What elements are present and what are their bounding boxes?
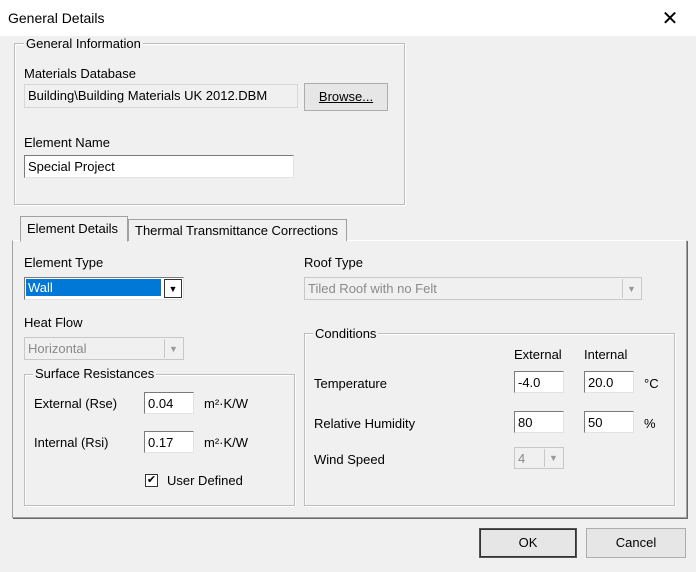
external-rse-unit: m²·K/W	[204, 396, 249, 411]
element-type-selected-value: Wall	[26, 279, 161, 296]
humidity-unit: %	[644, 416, 656, 431]
wind-speed-value: 4	[518, 451, 526, 466]
materials-database-label: Materials Database	[24, 66, 136, 81]
browse-button-label: Browse...	[318, 89, 374, 104]
humidity-external-input[interactable]: 80	[514, 411, 564, 433]
ok-button[interactable]: OK	[479, 528, 577, 558]
ok-button-label: OK	[518, 535, 538, 550]
internal-rsi-input[interactable]: 0.17	[144, 431, 194, 453]
wind-speed-label: Wind Speed	[314, 452, 385, 467]
tab-element-details[interactable]: Element Details	[20, 216, 128, 242]
external-rse-input[interactable]: 0.04	[144, 392, 194, 414]
chevron-down-icon: ▼	[164, 339, 182, 358]
element-type-label: Element Type	[24, 255, 104, 270]
humidity-label: Relative Humidity	[314, 416, 416, 431]
conditions-legend: Conditions	[313, 326, 379, 341]
chevron-down-icon[interactable]: ▼	[164, 279, 182, 298]
internal-rsi-unit: m²·K/W	[204, 435, 249, 450]
roof-type-value: Tiled Roof with no Felt	[308, 281, 437, 296]
surface-resistances-legend: Surface Resistances	[33, 366, 157, 381]
humidity-internal-input[interactable]: 50	[584, 411, 634, 433]
temperature-label: Temperature	[314, 376, 387, 391]
chevron-down-icon: ▼	[544, 449, 562, 467]
heat-flow-label: Heat Flow	[24, 315, 83, 330]
element-name-input[interactable]: Special Project	[24, 155, 294, 178]
col-external-header: External	[514, 347, 562, 362]
cancel-button-label: Cancel	[615, 535, 657, 550]
user-defined-checkbox[interactable]: ✔	[145, 474, 158, 487]
materials-database-field: Building\Building Materials UK 2012.DBM	[24, 84, 298, 108]
element-name-label: Element Name	[24, 135, 110, 150]
user-defined-label: User Defined	[167, 473, 243, 488]
heat-flow-select: Horizontal ▼	[24, 337, 184, 360]
element-type-select[interactable]: Wall ▼	[24, 277, 184, 300]
tab-thermal-transmittance-corrections[interactable]: Thermal Transmittance Corrections	[128, 219, 347, 241]
col-internal-header: Internal	[584, 347, 628, 362]
temperature-external-input[interactable]: -4.0	[514, 371, 564, 393]
external-rse-label: External (Rse)	[34, 396, 118, 411]
internal-rsi-label: Internal (Rsi)	[34, 435, 109, 450]
cancel-button[interactable]: Cancel	[586, 528, 686, 558]
roof-type-label: Roof Type	[304, 255, 364, 270]
browse-button[interactable]: Browse...	[304, 83, 388, 111]
wind-speed-select: 4 ▼	[514, 447, 564, 469]
temperature-unit: °C	[644, 376, 659, 391]
roof-type-select: Tiled Roof with no Felt ▼	[304, 277, 642, 300]
heat-flow-value: Horizontal	[28, 341, 87, 356]
chevron-down-icon: ▼	[622, 279, 640, 298]
temperature-internal-input[interactable]: 20.0	[584, 371, 634, 393]
close-icon[interactable]: ✕	[658, 6, 682, 30]
general-information-legend: General Information	[24, 36, 143, 51]
window-title: General Details	[8, 10, 105, 26]
